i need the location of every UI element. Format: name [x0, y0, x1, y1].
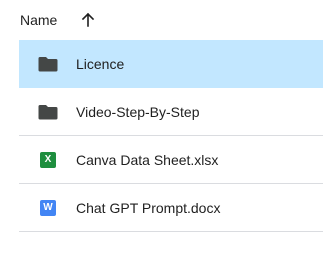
file-list: Name Licence Video-Step-By-Step X Canva … [0, 0, 323, 280]
file-name: Video-Step-By-Step [76, 104, 200, 120]
docs-icon: W [38, 198, 58, 218]
arrow-up-icon [81, 12, 95, 27]
folder-icon [38, 102, 58, 122]
file-row-licence[interactable]: Licence [19, 40, 323, 88]
sheets-badge: X [40, 152, 56, 168]
sort-ascending-button[interactable] [76, 8, 100, 32]
file-row-chat-gpt-prompt[interactable]: W Chat GPT Prompt.docx [19, 184, 323, 232]
file-row-video-step-by-step[interactable]: Video-Step-By-Step [19, 88, 323, 136]
sheets-icon: X [38, 150, 58, 170]
docs-badge: W [40, 200, 56, 216]
file-name: Canva Data Sheet.xlsx [76, 152, 219, 168]
name-column-header[interactable]: Name [20, 12, 57, 28]
column-header: Name [0, 0, 323, 40]
file-row-canva-data-sheet[interactable]: X Canva Data Sheet.xlsx [19, 136, 323, 184]
folder-icon [38, 54, 58, 74]
file-name: Licence [76, 56, 125, 72]
file-rows: Licence Video-Step-By-Step X Canva Data … [19, 40, 323, 232]
file-name: Chat GPT Prompt.docx [76, 200, 221, 216]
